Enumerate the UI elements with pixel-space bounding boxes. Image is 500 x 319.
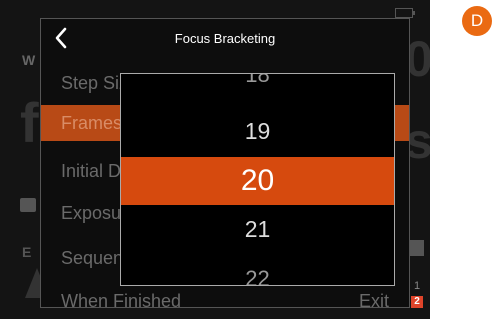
menu-item-value: Exit <box>358 291 389 311</box>
frames-number-picker[interactable]: 18 19 20 21 22 <box>120 73 395 286</box>
bg-slot-one: 1 <box>414 280 421 292</box>
picker-option[interactable]: 18 <box>121 74 394 88</box>
menu-item-when-finished[interactable]: When Finished Exit <box>41 283 409 311</box>
picker-option[interactable]: 22 <box>121 266 394 285</box>
bg-auto-icon <box>20 198 36 212</box>
picker-option-selected[interactable]: 20 <box>121 157 394 205</box>
bg-exposure-label: E <box>22 244 32 260</box>
bg-white-balance-label: W <box>22 52 36 68</box>
menu-item-label: Frames <box>61 113 123 133</box>
menu-title: Focus Bracketing <box>174 31 276 46</box>
camera-screen: W f 0 s E 1 2 Focus Bracketing Step Size… <box>0 0 430 319</box>
bg-exposure-comp-icon <box>408 240 424 256</box>
picker-option[interactable]: 21 <box>121 216 394 243</box>
menu-header: Focus Bracketing <box>41 19 409 59</box>
menu-item-label: When Finished <box>61 291 182 311</box>
picker-option[interactable]: 19 <box>121 118 394 145</box>
bg-aperture-glyph: f <box>20 91 39 154</box>
battery-icon <box>395 8 415 18</box>
bg-slot-two: 2 <box>411 296 423 308</box>
d-badge: D <box>462 6 492 36</box>
